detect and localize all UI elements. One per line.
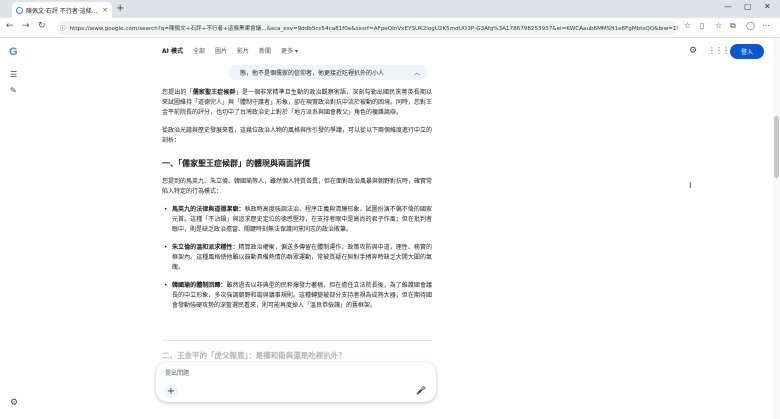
tab-videos[interactable]: 影片 xyxy=(237,46,249,55)
browser-tab-bar: 陳佩文·石評 不行者·這條黑果會議... × + — ▢ ✕ xyxy=(0,0,780,18)
page-scrollbar[interactable] xyxy=(773,38,780,419)
collapse-chevron-icon[interactable]: ︿ xyxy=(414,68,420,77)
ask-placeholder[interactable]: 提出問題 xyxy=(165,368,189,377)
user-query-text: 態，他不是個儒家的信仰者，他更接近吃裡扒外的小人 xyxy=(240,70,385,77)
tab-more[interactable]: 更多 ▾ xyxy=(281,46,298,55)
close-window-button[interactable]: ✕ xyxy=(764,2,771,11)
tab-news[interactable]: 新聞 xyxy=(259,46,271,55)
left-rail: G ☰ ✎ xyxy=(0,38,28,419)
favorites-icon[interactable]: ☆ xyxy=(715,21,722,30)
new-tab-button[interactable]: + xyxy=(116,3,124,14)
settings-icon[interactable]: ⚙ xyxy=(689,46,697,56)
browser-tab[interactable]: 陳佩文·石評 不行者·這條黑果會議... × xyxy=(12,2,112,18)
user-query-bubble: 態，他不是個儒家的信仰者，他更接近吃裡扒外的小人 ︿ xyxy=(228,65,428,80)
response-paragraph: 您提到的馬英九、朱立倫、韓國瑜等人，雖然個人特質各異，但在面對政治風暴與朝野對抗… xyxy=(162,178,433,195)
new-chat-icon[interactable]: ✎ xyxy=(10,86,17,95)
section-heading: 一、「儒家聖王症候群」的體現與兩面評價 xyxy=(162,159,310,168)
ai-response: 您提出的「儒家聖王症候群」是一個非常精準且生動的政治觀察術語，深刻勾勒出國民黨菁… xyxy=(162,88,432,319)
search-nav-tabs: AI 模式 全部 圖片 影片 新聞 更多 ▾ xyxy=(162,46,298,55)
ask-input-box[interactable]: 提出問題 + 🎤 xyxy=(156,362,436,402)
tab-ai-mode[interactable]: AI 模式 xyxy=(162,46,183,55)
maximize-button[interactable]: ▢ xyxy=(744,2,752,11)
tab-all[interactable]: 全部 xyxy=(193,46,205,55)
microphone-icon[interactable]: 🎤 xyxy=(416,386,426,395)
google-logo[interactable]: G xyxy=(9,46,18,58)
browser-toolbar: ← → ↻ ⓘ https://www.google.com/search?q=… xyxy=(0,18,780,38)
list-item: 朱立倫的溫和派求穩性：精算政治權衡，偏送多傳留在體制運作、政策攻防與中道，理性、… xyxy=(162,243,432,273)
divider xyxy=(162,340,432,341)
list-item: 韓國瑜的體制回歸：雖然過去以非典型的民粹爆發力著稱，但在擔任立法院長後，為了維護… xyxy=(162,281,432,311)
site-info-icon[interactable]: ⓘ xyxy=(60,24,66,32)
back-icon[interactable]: ← xyxy=(6,21,14,31)
tab-images[interactable]: 圖片 xyxy=(215,46,227,55)
split-view-icon[interactable]: ▯ xyxy=(700,21,704,30)
bullet-list: 馬英九的法律與道德潔癖：執政時高度強調法治、程序正義與清廉形象，試圖扮演不偏不倚… xyxy=(162,205,432,311)
sign-in-button[interactable]: 登入 xyxy=(730,44,764,59)
address-bar[interactable]: ⓘ https://www.google.com/search?q=陳佩文+石評… xyxy=(56,21,678,35)
apps-grid-icon[interactable]: ⋮⋮⋮ xyxy=(708,46,730,55)
settings-gear-icon[interactable]: ⚙ xyxy=(10,398,18,408)
scrollbar-thumb[interactable] xyxy=(774,116,779,178)
profile-icon[interactable]: ◯ xyxy=(746,21,755,30)
reload-icon[interactable]: ↻ xyxy=(38,21,46,31)
response-paragraph: 從政治光譜與歷史發展來看，這幾位政治人物的風格與所引發的爭議，可以從以下兩個維度… xyxy=(162,127,433,144)
section-heading-faded: 二、王金平的「虎父報恩」：是權和衛與還是吃裡扒外？ xyxy=(162,351,346,360)
add-attachment-button[interactable]: + xyxy=(164,384,178,398)
list-item: 馬英九的法律與道德潔癖：執政時高度強調法治、程序正義與清廉形象，試圖扮演不偏不倚… xyxy=(162,205,432,235)
text-cursor-icon: I xyxy=(689,181,692,190)
url-text: https://www.google.com/search?q=陳佩文+石評+不… xyxy=(69,26,678,32)
tab-title: 陳佩文·石評 不行者·這條黑果會議... xyxy=(26,7,99,15)
forward-icon[interactable]: → xyxy=(22,21,30,31)
response-paragraph: 您提出的「儒家聖王症候群」是一個非常精準且生動的政治觀察術語，深刻勾勒出國民黨菁… xyxy=(162,89,433,116)
bookmark-star-icon[interactable]: ☆ xyxy=(684,21,691,30)
google-favicon-icon xyxy=(16,6,23,14)
minimize-button[interactable]: — xyxy=(724,2,732,11)
tab-close-icon[interactable]: × xyxy=(102,6,108,14)
collections-icon[interactable]: ⧉ xyxy=(730,21,736,31)
browser-menu-icon[interactable]: ⋯ xyxy=(762,21,770,30)
menu-icon[interactable]: ☰ xyxy=(10,70,17,79)
